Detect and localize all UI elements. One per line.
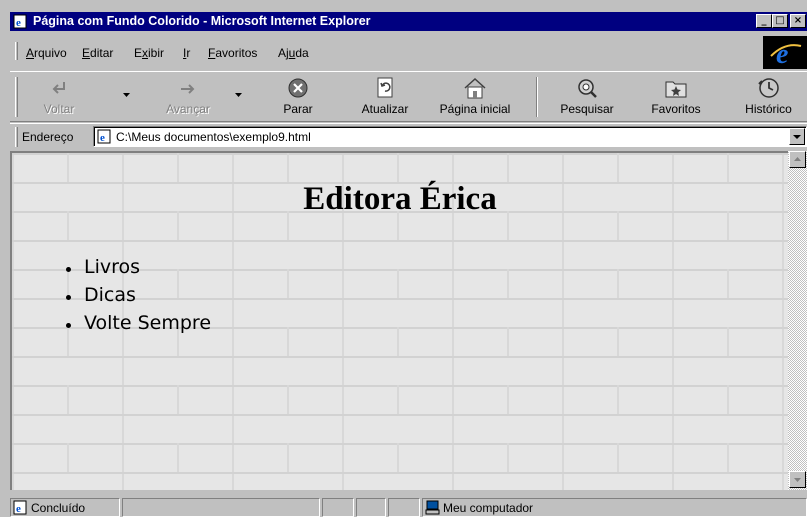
- menu-grip[interactable]: [15, 42, 18, 60]
- back-dropdown-icon[interactable]: [122, 92, 131, 98]
- address-input[interactable]: e C:\Meus documentos\exemplo9.html: [93, 126, 807, 147]
- computer-icon: [425, 500, 440, 515]
- page-heading: Editora Érica: [303, 181, 497, 217]
- maximize-button[interactable]: □: [772, 14, 788, 28]
- list-item: Volte Sempre: [64, 309, 211, 337]
- toolbar-separator: [536, 77, 538, 117]
- menu-bar: Arquivo Editar Exibir Ir Favoritos Ajuda…: [10, 32, 807, 70]
- brick-row: [12, 443, 788, 472]
- status-text: Concluído: [31, 501, 86, 515]
- scroll-up-button[interactable]: [789, 151, 806, 168]
- menu-editar[interactable]: Editar: [82, 46, 113, 60]
- menu-ir[interactable]: Ir: [183, 46, 190, 60]
- back-arrow-icon: [52, 82, 65, 94]
- status-pane-progress: [122, 498, 320, 517]
- chevron-down-icon: [794, 478, 801, 482]
- svg-text:e: e: [16, 17, 21, 29]
- menu-favoritos[interactable]: Favoritos: [208, 46, 257, 60]
- minimize-button[interactable]: _: [756, 14, 772, 28]
- page-list: Livros Dicas Volte Sempre: [64, 253, 211, 337]
- refresh-icon: [377, 77, 393, 98]
- status-pane: [388, 498, 420, 517]
- address-dropdown-button[interactable]: [789, 128, 805, 145]
- page-content: Editora Érica Livros Dicas Volte Sempre: [10, 151, 788, 490]
- home-icon: [464, 77, 486, 99]
- address-label: Endereço: [22, 130, 74, 144]
- list-item: Dicas: [64, 281, 211, 309]
- home-button[interactable]: Página inicial: [423, 74, 527, 120]
- vertical-scrollbar[interactable]: [788, 151, 807, 490]
- svg-text:e: e: [100, 132, 105, 144]
- ie-page-icon: e: [13, 14, 27, 29]
- brick-row: [12, 153, 788, 182]
- favorites-folder-icon: [665, 81, 687, 98]
- forward-arrow-icon: [181, 84, 195, 94]
- stop-button[interactable]: Parar: [268, 74, 328, 120]
- chevron-up-icon: [794, 157, 801, 161]
- forward-dropdown-icon[interactable]: [234, 92, 243, 98]
- status-pane-zone: Meu computador: [422, 498, 807, 517]
- ie-logo: e: [763, 36, 807, 70]
- minimize-icon: _: [761, 15, 767, 26]
- close-button[interactable]: ×: [790, 14, 806, 28]
- close-icon: ×: [793, 15, 803, 26]
- history-icon: [757, 78, 779, 98]
- status-pane: [322, 498, 354, 517]
- maximize-icon: □: [775, 15, 785, 26]
- ie-logo-icon: e: [770, 39, 802, 70]
- status-pane: [356, 498, 386, 517]
- address-url[interactable]: C:\Meus documentos\exemplo9.html: [116, 130, 311, 144]
- zone-text: Meu computador: [443, 501, 534, 515]
- status-pane-main: e Concluído: [10, 498, 120, 517]
- search-icon: [578, 79, 597, 98]
- history-button[interactable]: Histórico: [730, 74, 807, 120]
- menu-exibir[interactable]: Exibir: [134, 46, 164, 60]
- page-icon: e: [97, 129, 111, 144]
- svg-text:e: e: [16, 503, 21, 515]
- scroll-down-button[interactable]: [789, 471, 806, 488]
- toolbar-grip[interactable]: [15, 77, 18, 117]
- window-title: Página com Fundo Colorido - Microsoft In…: [33, 14, 371, 28]
- menu-arquivo[interactable]: Arquivo: [26, 46, 67, 60]
- browser-window: e Página com Fundo Colorido - Microsoft …: [0, 0, 807, 517]
- brick-row: [12, 385, 788, 414]
- stop-icon: [288, 78, 308, 98]
- menu-ajuda[interactable]: Ajuda: [278, 46, 309, 60]
- address-bar: Endereço e C:\Meus documentos\exemplo9.h…: [10, 123, 807, 149]
- chevron-down-icon: [793, 135, 801, 139]
- list-item: Livros: [64, 253, 211, 281]
- page-icon: e: [13, 500, 27, 515]
- forward-button[interactable]: Avançar: [148, 74, 228, 120]
- search-button[interactable]: Pesquisar: [550, 74, 624, 120]
- back-button[interactable]: Voltar: [24, 74, 94, 120]
- svg-text:e: e: [776, 39, 788, 69]
- title-bar: e Página com Fundo Colorido - Microsoft …: [10, 12, 807, 31]
- status-bar: e Concluído Meu computador: [10, 496, 807, 517]
- standard-toolbar: Voltar Avançar Parar Atualizar Página in…: [10, 71, 807, 122]
- address-grip[interactable]: [15, 127, 18, 147]
- refresh-button[interactable]: Atualizar: [352, 74, 418, 120]
- favorites-button[interactable]: Favoritos: [640, 74, 712, 120]
